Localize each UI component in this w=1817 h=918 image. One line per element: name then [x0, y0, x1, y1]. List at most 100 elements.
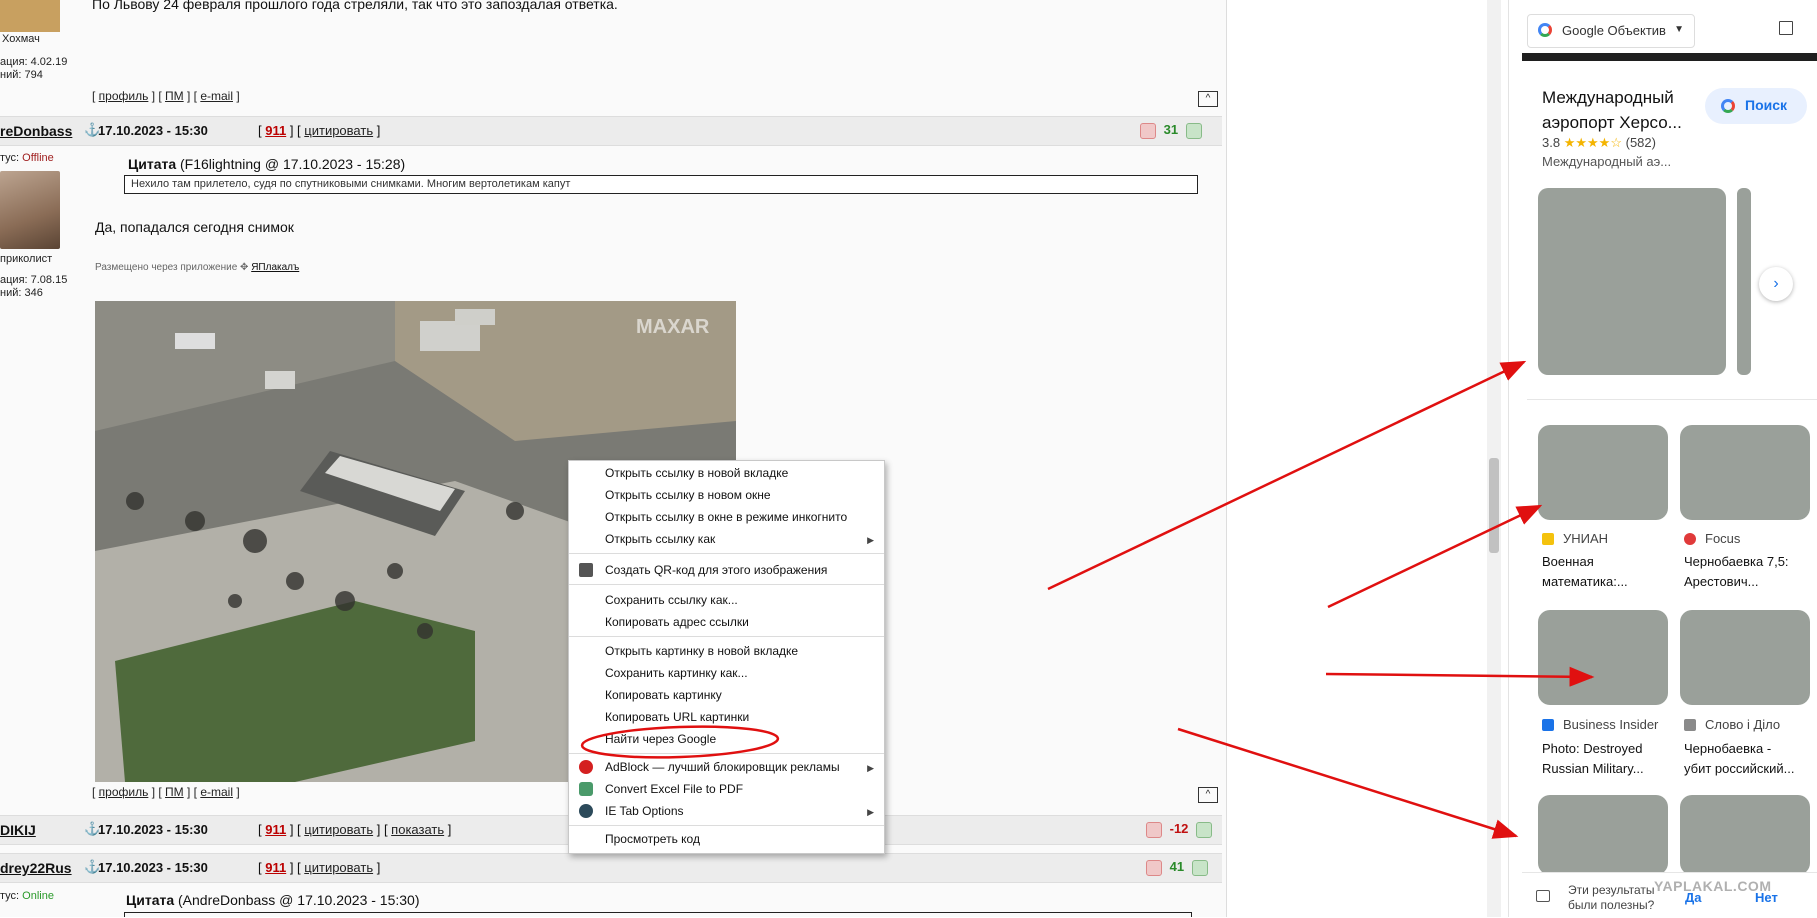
menu-item-save-link-as[interactable]: Сохранить ссылку как... — [605, 590, 738, 610]
menu-item-ie-tab-options[interactable]: IE Tab Options — [605, 801, 684, 821]
excel-pdf-icon — [579, 782, 593, 796]
pm-link[interactable]: ПМ — [165, 785, 184, 799]
thumbs-up-icon[interactable] — [1191, 859, 1208, 876]
quote-header: Цитата (AndreDonbass @ 17.10.2023 - 15:3… — [126, 892, 420, 908]
result-caption[interactable]: Чернобаевка - убит российский... — [1684, 739, 1794, 779]
source-icon — [1684, 533, 1696, 545]
menu-item-adblock[interactable]: AdBlock — лучший блокировщик рекламы — [605, 757, 840, 777]
scroll-up-button[interactable]: ^ — [1198, 91, 1218, 107]
caption-line: убит российский... — [1684, 761, 1795, 776]
quote-link[interactable]: цитировать — [304, 822, 373, 837]
post-author[interactable]: reDonbass — [0, 123, 72, 139]
pm-link[interactable]: ПМ — [165, 89, 184, 103]
post-actions: [ 911 ] [ цитировать ] — [258, 123, 381, 138]
result-thumb[interactable] — [1680, 795, 1810, 875]
result-caption[interactable]: Военная математика:... — [1542, 552, 1628, 592]
menu-separator — [569, 553, 884, 554]
source-icon — [1684, 719, 1696, 731]
post-author[interactable]: DIKIJ — [0, 822, 36, 838]
reg-date: ация: 4.02.19 — [0, 56, 68, 68]
menu-item-copy-image-url[interactable]: Копировать URL картинки — [605, 707, 749, 727]
caption-line: Чернобаевка 7,5: — [1684, 554, 1789, 569]
post-number-link[interactable]: 911 — [265, 123, 286, 138]
thumbs-down-icon[interactable] — [1146, 859, 1162, 876]
show-link[interactable]: показать — [391, 822, 444, 837]
result-image-next[interactable] — [1737, 188, 1751, 375]
top-post-text: По Львову 24 февраля прошлого года стрел… — [92, 0, 618, 12]
post-footer-links: [ профиль ] [ ПМ ] [ e-mail ] ^ — [92, 89, 1222, 109]
quote-link[interactable]: цитировать — [304, 123, 373, 138]
post-count: ний: 794 — [0, 69, 43, 81]
search-button[interactable]: Поиск — [1705, 88, 1807, 124]
result-image-main[interactable] — [1538, 188, 1726, 375]
profile-link[interactable]: профиль — [99, 89, 149, 103]
menu-item-search-google[interactable]: Найти через Google — [605, 729, 716, 749]
post-author[interactable]: drey22Rus — [0, 860, 72, 876]
result-source: Focus — [1705, 531, 1741, 546]
thumbs-up-icon[interactable] — [1185, 122, 1202, 139]
scrollbar-thumb[interactable] — [1489, 458, 1499, 553]
chevron-down-icon: ▼ — [1674, 24, 1684, 35]
ie-tab-icon — [579, 804, 593, 818]
status-line: тус: Online — [0, 890, 54, 903]
post-number-link[interactable]: 911 — [265, 822, 286, 837]
avatar — [0, 171, 60, 249]
post-actions: [ 911 ] [ цитировать ] — [258, 860, 381, 875]
rating-value: 31 — [1163, 122, 1179, 137]
result-source: Слово і Діло — [1705, 717, 1781, 732]
place-rating: 3.8 ★★★★☆ (582) — [1542, 135, 1656, 151]
source-icon — [1542, 719, 1554, 731]
menu-item-open-image-new-tab[interactable]: Открыть картинку в новой вкладке — [605, 641, 798, 661]
result-thumb[interactable] — [1680, 610, 1810, 705]
result-thumb[interactable] — [1680, 425, 1810, 520]
menu-item-open-link-new-window[interactable]: Открыть ссылку в новом окне — [605, 485, 771, 505]
menu-item-open-link-new-tab[interactable]: Открыть ссылку в новой вкладке — [605, 463, 788, 483]
profile-link[interactable]: профиль — [99, 785, 149, 799]
annotation-arrow — [1177, 727, 1519, 839]
menu-item-open-link-as[interactable]: Открыть ссылку как — [605, 529, 715, 549]
result-caption[interactable]: Photo: Destroyed Russian Military... — [1542, 739, 1644, 779]
post-actions: [ 911 ] [ цитировать ] [ показать ] — [258, 822, 452, 837]
email-link[interactable]: e-mail — [200, 89, 233, 103]
thumbs-up-icon[interactable] — [1196, 821, 1213, 838]
caption-line: математика:... — [1542, 574, 1628, 589]
thumbs-down-icon[interactable] — [1146, 821, 1162, 838]
email-link[interactable]: e-mail — [200, 785, 233, 799]
open-new-tab-icon[interactable] — [1779, 21, 1793, 35]
result-caption[interactable]: Чернобаевка 7,5: Арестович... — [1684, 552, 1789, 592]
lens-selector[interactable]: Google Объектив ▼ — [1527, 14, 1695, 48]
menu-item-convert-excel-pdf[interactable]: Convert Excel File to PDF — [605, 779, 743, 799]
carousel-next-button[interactable]: › — [1759, 267, 1793, 301]
result-thumb[interactable] — [1538, 610, 1668, 705]
app-link[interactable]: ЯПлакалъ — [251, 262, 299, 273]
menu-item-copy-image[interactable]: Копировать картинку — [605, 685, 722, 705]
quote-label: Цитата — [126, 892, 175, 908]
quote-link[interactable]: цитировать — [304, 860, 373, 875]
status-line: тус: Offline — [0, 152, 92, 165]
result-source: УНИАН — [1563, 531, 1609, 546]
menu-item-copy-link-address[interactable]: Копировать адрес ссылки — [605, 612, 749, 632]
quote-meta: (AndreDonbass @ 17.10.2023 - 15:30) — [178, 892, 420, 908]
status-label: тус: — [0, 152, 20, 164]
post-number-link[interactable]: 911 — [265, 860, 286, 875]
quote-box: Нехило там прилетело, судя по спутниковы… — [124, 175, 1198, 194]
post-date: 17.10.2023 - 15:30 — [98, 860, 208, 875]
menu-item-save-image-as[interactable]: Сохранить картинку как... — [605, 663, 748, 683]
scroll-up-button[interactable]: ^ — [1198, 787, 1218, 803]
menu-item-inspect[interactable]: Просмотреть код — [605, 829, 700, 849]
menu-separator — [569, 584, 884, 585]
post-text: Да, попадался сегодня снимок — [95, 219, 294, 235]
rating-value: -12 — [1169, 821, 1189, 836]
place-title[interactable]: Международный аэропорт Херсо... — [1542, 85, 1682, 135]
page-scrollbar[interactable] — [1487, 0, 1501, 917]
result-thumb[interactable] — [1538, 425, 1668, 520]
result-thumb[interactable] — [1538, 795, 1668, 875]
quote-meta: (F16lightning @ 17.10.2023 - 15:28) — [180, 156, 406, 172]
context-menu: Открыть ссылку в новой вкладке Открыть с… — [568, 460, 885, 854]
posted-via: Размещено через приложение ✥ ЯПлакалъ — [95, 262, 300, 273]
reg-date: ация: 7.08.15 — [0, 274, 68, 286]
menu-item-open-link-incognito[interactable]: Открыть ссылку в окне в режиме инкогнито — [605, 507, 847, 527]
caption-line: Photo: Destroyed — [1542, 741, 1643, 756]
thumbs-down-icon[interactable] — [1140, 122, 1156, 139]
menu-item-create-qr[interactable]: Создать QR-код для этого изображения — [605, 560, 827, 580]
